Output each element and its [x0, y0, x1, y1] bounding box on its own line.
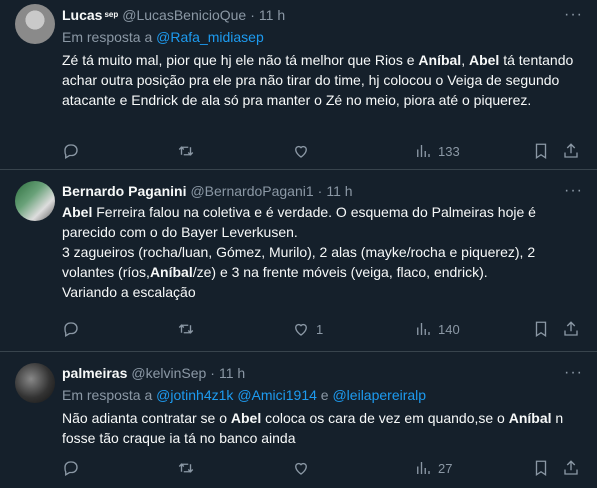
avatar[interactable]: [15, 181, 55, 221]
views-button[interactable]: 140: [414, 320, 460, 338]
text-line: Abel Ferreira falou na coletiva e é verd…: [62, 202, 583, 242]
text-line: 3 zagueiros (rocha/luan, Gómez, Murilo),…: [62, 242, 583, 282]
action-bar: 1 140: [62, 319, 583, 339]
views-count: 27: [438, 460, 453, 476]
like-button[interactable]: [292, 142, 316, 160]
highlight-span: Aníbal: [418, 52, 462, 68]
mention-joiner: e: [320, 387, 329, 403]
tweet-1[interactable]: Lucas sep @LucasBenicioQue · 11 h ··· Em…: [0, 0, 597, 170]
reply-context: Em resposta a @jotinh4z1k @Amici1914 e @…: [62, 386, 583, 404]
reply-prefix: Em resposta a: [62, 29, 153, 45]
author-name[interactable]: Lucas: [62, 6, 102, 24]
retweet-button[interactable]: [177, 142, 201, 160]
views-chart-icon: [417, 145, 430, 157]
author-handle[interactable]: @BernardoPagani1: [190, 182, 313, 200]
separator-dot: ·: [317, 183, 323, 199]
timestamp[interactable]: 11 h: [219, 364, 245, 382]
tweet-header: palmeiras @kelvinSep · 11 h: [62, 364, 583, 382]
reply-button[interactable]: [62, 459, 86, 477]
separator-dot: ·: [210, 365, 215, 381]
separator-dot: ·: [250, 7, 255, 23]
bookmark-icon: [535, 460, 547, 477]
text-span: Não adianta contratar se o: [62, 410, 231, 426]
bookmark-icon: [535, 143, 547, 160]
views-count: 140: [438, 321, 460, 337]
more-horizontal-icon[interactable]: ···: [564, 6, 583, 24]
avatar[interactable]: [15, 4, 55, 44]
more-horizontal-icon[interactable]: ···: [564, 182, 583, 200]
mention-link[interactable]: @leilapereiralp: [332, 387, 426, 403]
reply-icon: [64, 144, 78, 159]
tweet-text: Abel Ferreira falou na coletiva e é verd…: [62, 202, 583, 302]
text-span: coloca os cara de vez em quando,se o: [261, 410, 509, 426]
share-icon: [564, 143, 578, 158]
like-button[interactable]: 1: [292, 320, 323, 338]
author-badge: sep: [104, 10, 119, 19]
retweet-button[interactable]: [177, 459, 201, 477]
avatar[interactable]: [15, 363, 55, 403]
text-span: Variando a escalação: [62, 284, 196, 300]
timestamp[interactable]: 11 h: [326, 182, 352, 200]
share-icon: [564, 460, 578, 475]
timestamp[interactable]: 11 h: [259, 6, 285, 24]
views-chart-icon: [417, 462, 430, 474]
reply-button[interactable]: [62, 320, 86, 338]
heart-icon: [295, 145, 307, 158]
author-name[interactable]: palmeiras: [62, 364, 127, 382]
retweet-icon: [178, 324, 194, 334]
highlight-span: Abel: [62, 204, 93, 220]
heart-icon: [295, 323, 307, 336]
reply-icon: [64, 461, 78, 476]
highlight-span: Aníbal: [508, 410, 552, 426]
highlight-span: Abel: [468, 52, 500, 68]
action-bar: 133: [62, 141, 583, 161]
highlight-span: Aníbal: [149, 264, 193, 280]
mention-link[interactable]: @jotinh4z1k: [156, 387, 233, 403]
author-handle[interactable]: @LucasBenicioQue: [122, 6, 246, 24]
retweet-button[interactable]: [177, 320, 201, 338]
bookmark-icon: [535, 321, 547, 338]
author-name[interactable]: Bernardo Paganini: [62, 182, 186, 200]
reply-context: Em resposta a @Rafa_midiasep: [62, 28, 583, 46]
text-line: Variando a escalação: [62, 282, 583, 302]
views-chart-icon: [417, 323, 430, 335]
action-bar: 27: [62, 458, 583, 478]
reply-button[interactable]: [62, 142, 86, 160]
text-span: ,: [461, 52, 469, 68]
heart-icon: [295, 462, 307, 475]
highlight-span: Abel: [230, 410, 262, 426]
like-button[interactable]: [292, 459, 316, 477]
text-span: /ze) e 3 na frente móveis (veiga, flaco,…: [192, 264, 488, 280]
share-button[interactable]: [562, 320, 580, 338]
views-count: 133: [438, 143, 460, 159]
bookmark-button[interactable]: [532, 459, 550, 477]
bookmark-button[interactable]: [532, 320, 550, 338]
tweet-2[interactable]: Bernardo Paganini @BernardoPagani1 · 11 …: [0, 170, 597, 352]
reply-prefix: Em resposta a: [62, 387, 153, 403]
share-icon: [564, 321, 578, 336]
mention-link[interactable]: @Rafa_midiasep: [156, 29, 264, 45]
bookmark-button[interactable]: [532, 142, 550, 160]
views-button[interactable]: 27: [414, 459, 452, 477]
tweet-text: Zé tá muito mal, pior que hj ele não tá …: [62, 50, 583, 110]
share-button[interactable]: [562, 142, 580, 160]
views-button[interactable]: 133: [414, 142, 460, 160]
reply-icon: [64, 322, 78, 337]
share-button[interactable]: [562, 459, 580, 477]
text-span: Zé tá muito mal, pior que hj ele não tá …: [62, 52, 419, 68]
tweet-3[interactable]: palmeiras @kelvinSep · 11 h ··· Em respo…: [0, 352, 597, 488]
retweet-icon: [178, 146, 194, 156]
mention-link[interactable]: @Amici1914: [237, 387, 317, 403]
like-count: 1: [316, 321, 324, 337]
tweet-header: Bernardo Paganini @BernardoPagani1 · 11 …: [62, 182, 583, 200]
tweet-text: Não adianta contratar se o Abel coloca o…: [62, 408, 583, 448]
more-horizontal-icon[interactable]: ···: [564, 364, 583, 382]
retweet-icon: [178, 463, 194, 473]
author-handle[interactable]: @kelvinSep: [131, 364, 206, 382]
text-span: Ferreira falou na coletiva e é verdade. …: [62, 204, 536, 240]
tweet-header: Lucas sep @LucasBenicioQue · 11 h: [62, 6, 583, 24]
